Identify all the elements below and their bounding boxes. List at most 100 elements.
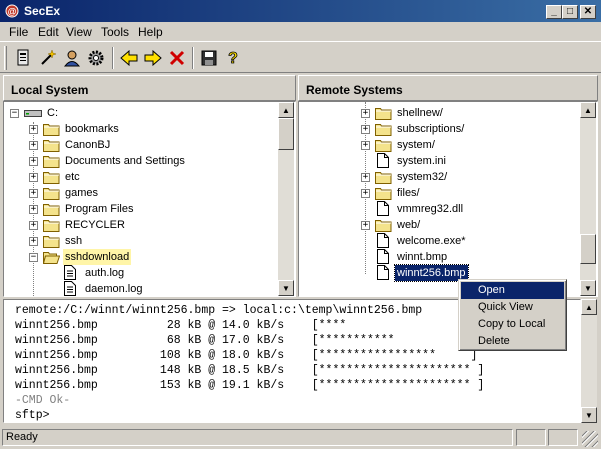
expand-icon[interactable]: + bbox=[29, 221, 38, 230]
tree-item-canonbj[interactable]: + CanonBJ bbox=[29, 137, 110, 153]
gear-icon[interactable] bbox=[85, 47, 107, 69]
tree-item-label: auth.log bbox=[85, 267, 125, 279]
log-icon bbox=[64, 281, 76, 296]
expand-icon[interactable]: + bbox=[29, 141, 38, 150]
collapse-icon[interactable]: − bbox=[10, 109, 19, 118]
tree-item-documents-and-settings[interactable]: + Documents and Settings bbox=[29, 153, 185, 169]
tree-item-ssh[interactable]: + ssh bbox=[29, 233, 82, 249]
status-panel bbox=[548, 429, 578, 446]
tree-item-system[interactable]: + system/ bbox=[361, 137, 435, 153]
user-icon[interactable] bbox=[61, 47, 83, 69]
folder-icon bbox=[375, 107, 392, 120]
connection-icon[interactable] bbox=[12, 47, 34, 69]
tree-item-winnt-bmp[interactable]: winnt.bmp bbox=[361, 249, 447, 265]
expand-icon[interactable]: + bbox=[361, 141, 370, 150]
tree-item-etc[interactable]: + etc bbox=[29, 169, 80, 185]
status-text: Ready bbox=[6, 431, 38, 443]
folder-icon bbox=[43, 171, 60, 184]
tree-item-auth-log[interactable]: auth.log bbox=[64, 265, 124, 281]
scroll-up-button[interactable]: ▲ bbox=[278, 102, 294, 118]
menu-view[interactable]: View bbox=[66, 25, 92, 39]
title-bar[interactable] bbox=[0, 0, 601, 22]
menu-bar: File Edit View Tools Help bbox=[0, 22, 601, 41]
context-menu-quick-view[interactable]: Quick View bbox=[461, 299, 564, 316]
close-button[interactable]: ✕ bbox=[580, 5, 596, 19]
tree-item-web[interactable]: + web/ bbox=[361, 217, 420, 233]
tree-item-subscriptions[interactable]: + subscriptions/ bbox=[361, 121, 464, 137]
folder-icon bbox=[375, 139, 392, 152]
forward-arrow-icon[interactable] bbox=[142, 47, 164, 69]
menu-tools[interactable]: Tools bbox=[101, 25, 129, 39]
context-menu-open[interactable]: Open bbox=[461, 282, 564, 299]
maximize-button[interactable]: □ bbox=[562, 5, 578, 19]
back-arrow-icon[interactable] bbox=[118, 47, 140, 69]
toolbar-grip[interactable] bbox=[4, 46, 7, 70]
console-prompt[interactable]: sftp> bbox=[15, 408, 580, 422]
expand-icon[interactable]: + bbox=[361, 109, 370, 118]
tree-item-label: system32/ bbox=[397, 171, 448, 183]
tree-item-recycler[interactable]: + RECYCLER bbox=[29, 217, 125, 233]
tree-item-system32[interactable]: + system32/ bbox=[361, 169, 447, 185]
context-menu-copy-to-local[interactable]: Copy to Local bbox=[461, 316, 564, 333]
local-scrollbar[interactable]: ▲ ▼ bbox=[278, 102, 294, 296]
tree-item-label: winnt256.bmp bbox=[394, 264, 469, 282]
menu-file[interactable]: File bbox=[9, 25, 28, 39]
expand-icon[interactable]: + bbox=[361, 125, 370, 134]
folder-icon bbox=[43, 139, 60, 152]
context-menu: Open Quick View Copy to Local Delete bbox=[458, 279, 567, 351]
tree-item-files[interactable]: + files/ bbox=[361, 185, 420, 201]
expand-icon[interactable]: + bbox=[29, 189, 38, 198]
tree-item-daemon-log[interactable]: daemon.log bbox=[64, 281, 143, 297]
tree-item-label: C: bbox=[47, 107, 58, 119]
context-menu-delete[interactable]: Delete bbox=[461, 333, 564, 350]
tree-item-sshdownload[interactable]: − sshdownload bbox=[29, 249, 132, 265]
scroll-thumb[interactable] bbox=[580, 234, 596, 264]
expand-icon[interactable]: + bbox=[29, 173, 38, 182]
menu-help[interactable]: Help bbox=[138, 25, 163, 39]
folder-icon bbox=[375, 171, 392, 184]
tree-item-label: sshdownload bbox=[63, 249, 132, 265]
minimize-button[interactable]: _ bbox=[546, 5, 562, 19]
console-scrollbar[interactable]: ▲ ▼ bbox=[581, 299, 597, 423]
expand-icon[interactable]: + bbox=[29, 205, 38, 214]
expand-icon[interactable]: + bbox=[29, 157, 38, 166]
expand-icon[interactable]: + bbox=[361, 189, 370, 198]
scroll-down-button[interactable]: ▼ bbox=[580, 280, 596, 296]
tree-item-winnt256-bmp[interactable]: winnt256.bmp bbox=[361, 264, 469, 282]
tree-item-label: Program Files bbox=[65, 203, 134, 215]
folder-icon bbox=[43, 187, 60, 200]
expand-icon[interactable]: + bbox=[361, 173, 370, 182]
scroll-up-button[interactable]: ▲ bbox=[580, 102, 596, 118]
local-pane-header: Local System bbox=[3, 75, 296, 101]
tree-item-vmmreg32-dll[interactable]: vmmreg32.dll bbox=[361, 201, 463, 217]
tree-item-welcome-exe[interactable]: welcome.exe* bbox=[361, 233, 465, 249]
expand-icon[interactable]: + bbox=[29, 237, 38, 246]
expand-icon[interactable]: + bbox=[361, 221, 370, 230]
collapse-icon[interactable]: − bbox=[29, 253, 38, 262]
tree-item-label: vmmreg32.dll bbox=[397, 203, 464, 215]
menu-edit[interactable]: Edit bbox=[38, 25, 59, 39]
tree-item-program-files[interactable]: + Program Files bbox=[29, 201, 133, 217]
app-icon: @ bbox=[5, 4, 19, 18]
expand-icon[interactable]: + bbox=[29, 125, 38, 134]
tree-item-system-ini[interactable]: system.ini bbox=[361, 153, 446, 169]
scroll-thumb[interactable] bbox=[278, 118, 294, 150]
scroll-down-button[interactable]: ▼ bbox=[581, 407, 597, 423]
doc-icon bbox=[377, 153, 389, 168]
tree-item-shellnew[interactable]: + shellnew/ bbox=[361, 105, 443, 121]
scroll-down-button[interactable]: ▼ bbox=[278, 280, 294, 296]
doc-icon bbox=[377, 233, 389, 248]
save-icon[interactable] bbox=[198, 47, 220, 69]
resize-grip[interactable] bbox=[582, 431, 598, 447]
folder-icon bbox=[375, 123, 392, 136]
tree-item-drive-c[interactable]: − C: bbox=[10, 105, 58, 121]
toolbar: ? bbox=[0, 41, 601, 73]
remote-scrollbar[interactable]: ▲ ▼ bbox=[580, 102, 596, 296]
tree-item-games[interactable]: + games bbox=[29, 185, 98, 201]
help-icon[interactable]: ? bbox=[222, 47, 244, 69]
scroll-up-button[interactable]: ▲ bbox=[581, 299, 597, 315]
delete-icon[interactable] bbox=[166, 47, 188, 69]
tree-item-bookmarks[interactable]: + bookmarks bbox=[29, 121, 119, 137]
wand-icon[interactable] bbox=[37, 47, 59, 69]
folder-icon bbox=[43, 155, 60, 168]
